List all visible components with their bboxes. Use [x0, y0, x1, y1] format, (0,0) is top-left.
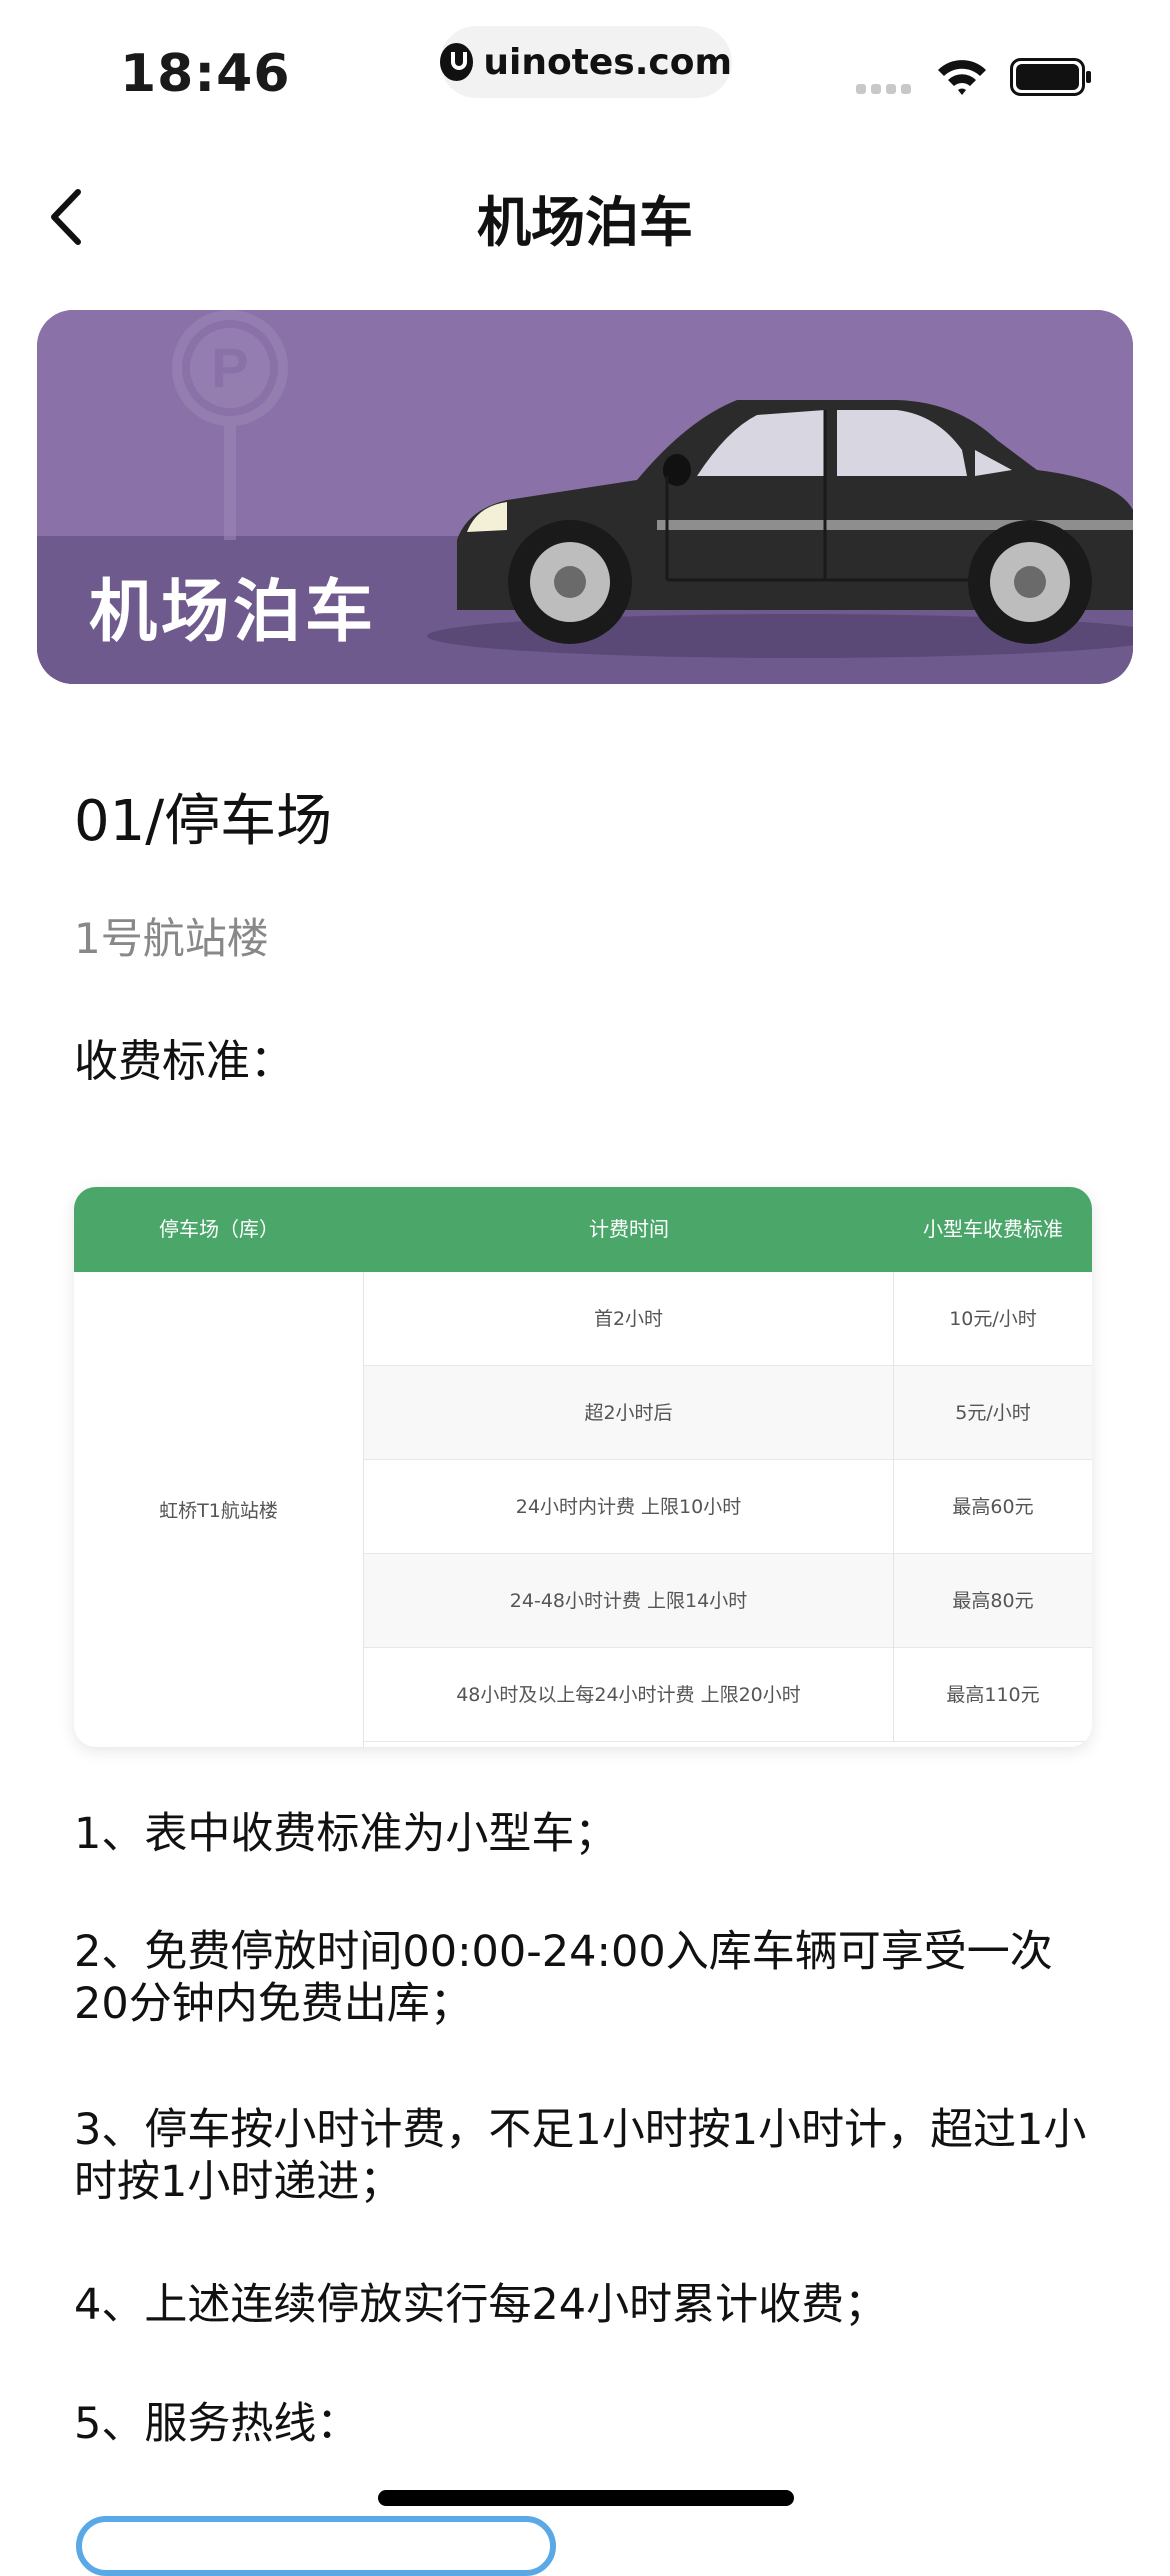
fee-cell: 最高110元	[946, 1684, 1040, 1706]
fee-table: 停车场（库） 计费时间 小型车收费标准 虹桥T1航站楼 首2小时 10元/小时 …	[74, 1187, 1092, 1747]
hotline-button[interactable]	[76, 2516, 556, 2576]
header-cell-fee: 小型车收费标准	[923, 1217, 1063, 1241]
table-row: 24-48小时计费 上限14小时 最高80元	[364, 1554, 1092, 1648]
note-4: 4、上述连续停放实行每24小时累计收费；	[74, 2280, 888, 2330]
note-1: 1、表中收费标准为小型车；	[74, 1809, 618, 1859]
hero-title: 机场泊车	[89, 573, 378, 652]
billing-time-cell: 首2小时	[364, 1272, 894, 1366]
fee-cell: 5元/小时	[955, 1402, 1031, 1424]
svg-text:P: P	[211, 336, 248, 399]
page-title: 机场泊车	[477, 191, 693, 254]
fee-standard-label: 收费标准：	[74, 1036, 294, 1087]
table-row: 24小时内计费 上限10小时 最高60元	[364, 1460, 1092, 1554]
fee-cell: 最高60元	[952, 1496, 1034, 1518]
table-row: 超2小时后 5元/小时	[364, 1366, 1092, 1460]
table-header: 停车场（库） 计费时间 小型车收费标准	[74, 1187, 1092, 1272]
header-cell-lot: 停车场（库）	[159, 1217, 279, 1241]
url-pill[interactable]: uinotes.com	[440, 26, 732, 98]
billing-time-cell: 48小时及以上每24小时计费 上限20小时	[364, 1648, 894, 1742]
header-cell-time: 计费时间	[589, 1217, 669, 1241]
site-logo-icon	[440, 43, 474, 81]
section-title: 01/停车场	[74, 789, 333, 854]
note-3: 3、停车按小时计费，不足1小时按1小时计，超过1小时按1小时递进；	[74, 2105, 1087, 2207]
nav-bar: 机场泊车	[0, 150, 1170, 270]
wifi-icon	[938, 60, 986, 95]
url-text: uinotes.com	[483, 41, 732, 83]
lot-name-cell: 虹桥T1航站楼	[74, 1272, 364, 1747]
cellular-signal-icon	[856, 84, 911, 94]
table-row: 48小时及以上每24小时计费 上限20小时 最高110元	[364, 1648, 1092, 1742]
status-time: 18:46	[120, 44, 291, 104]
home-indicator	[378, 2490, 794, 2506]
battery-icon	[1010, 58, 1091, 96]
note-5: 5、服务热线：	[74, 2399, 360, 2449]
status-bar: 18:46 uinotes.com	[0, 0, 1170, 130]
billing-time-cell: 24小时内计费 上限10小时	[364, 1460, 894, 1554]
hero-banner: P 机场泊车	[37, 310, 1133, 684]
fee-cell: 10元/小时	[949, 1308, 1037, 1330]
terminal-label: 1号航站楼	[74, 914, 269, 963]
note-2: 2、免费停放时间00:00-24:00入库车辆可享受一次20分钟内免费出库；	[74, 1927, 1053, 2029]
billing-time-cell: 24-48小时计费 上限14小时	[364, 1554, 894, 1648]
billing-time-cell: 超2小时后	[364, 1366, 894, 1460]
fee-cell: 最高80元	[952, 1590, 1034, 1612]
table-row: 首2小时 10元/小时	[364, 1272, 1092, 1366]
